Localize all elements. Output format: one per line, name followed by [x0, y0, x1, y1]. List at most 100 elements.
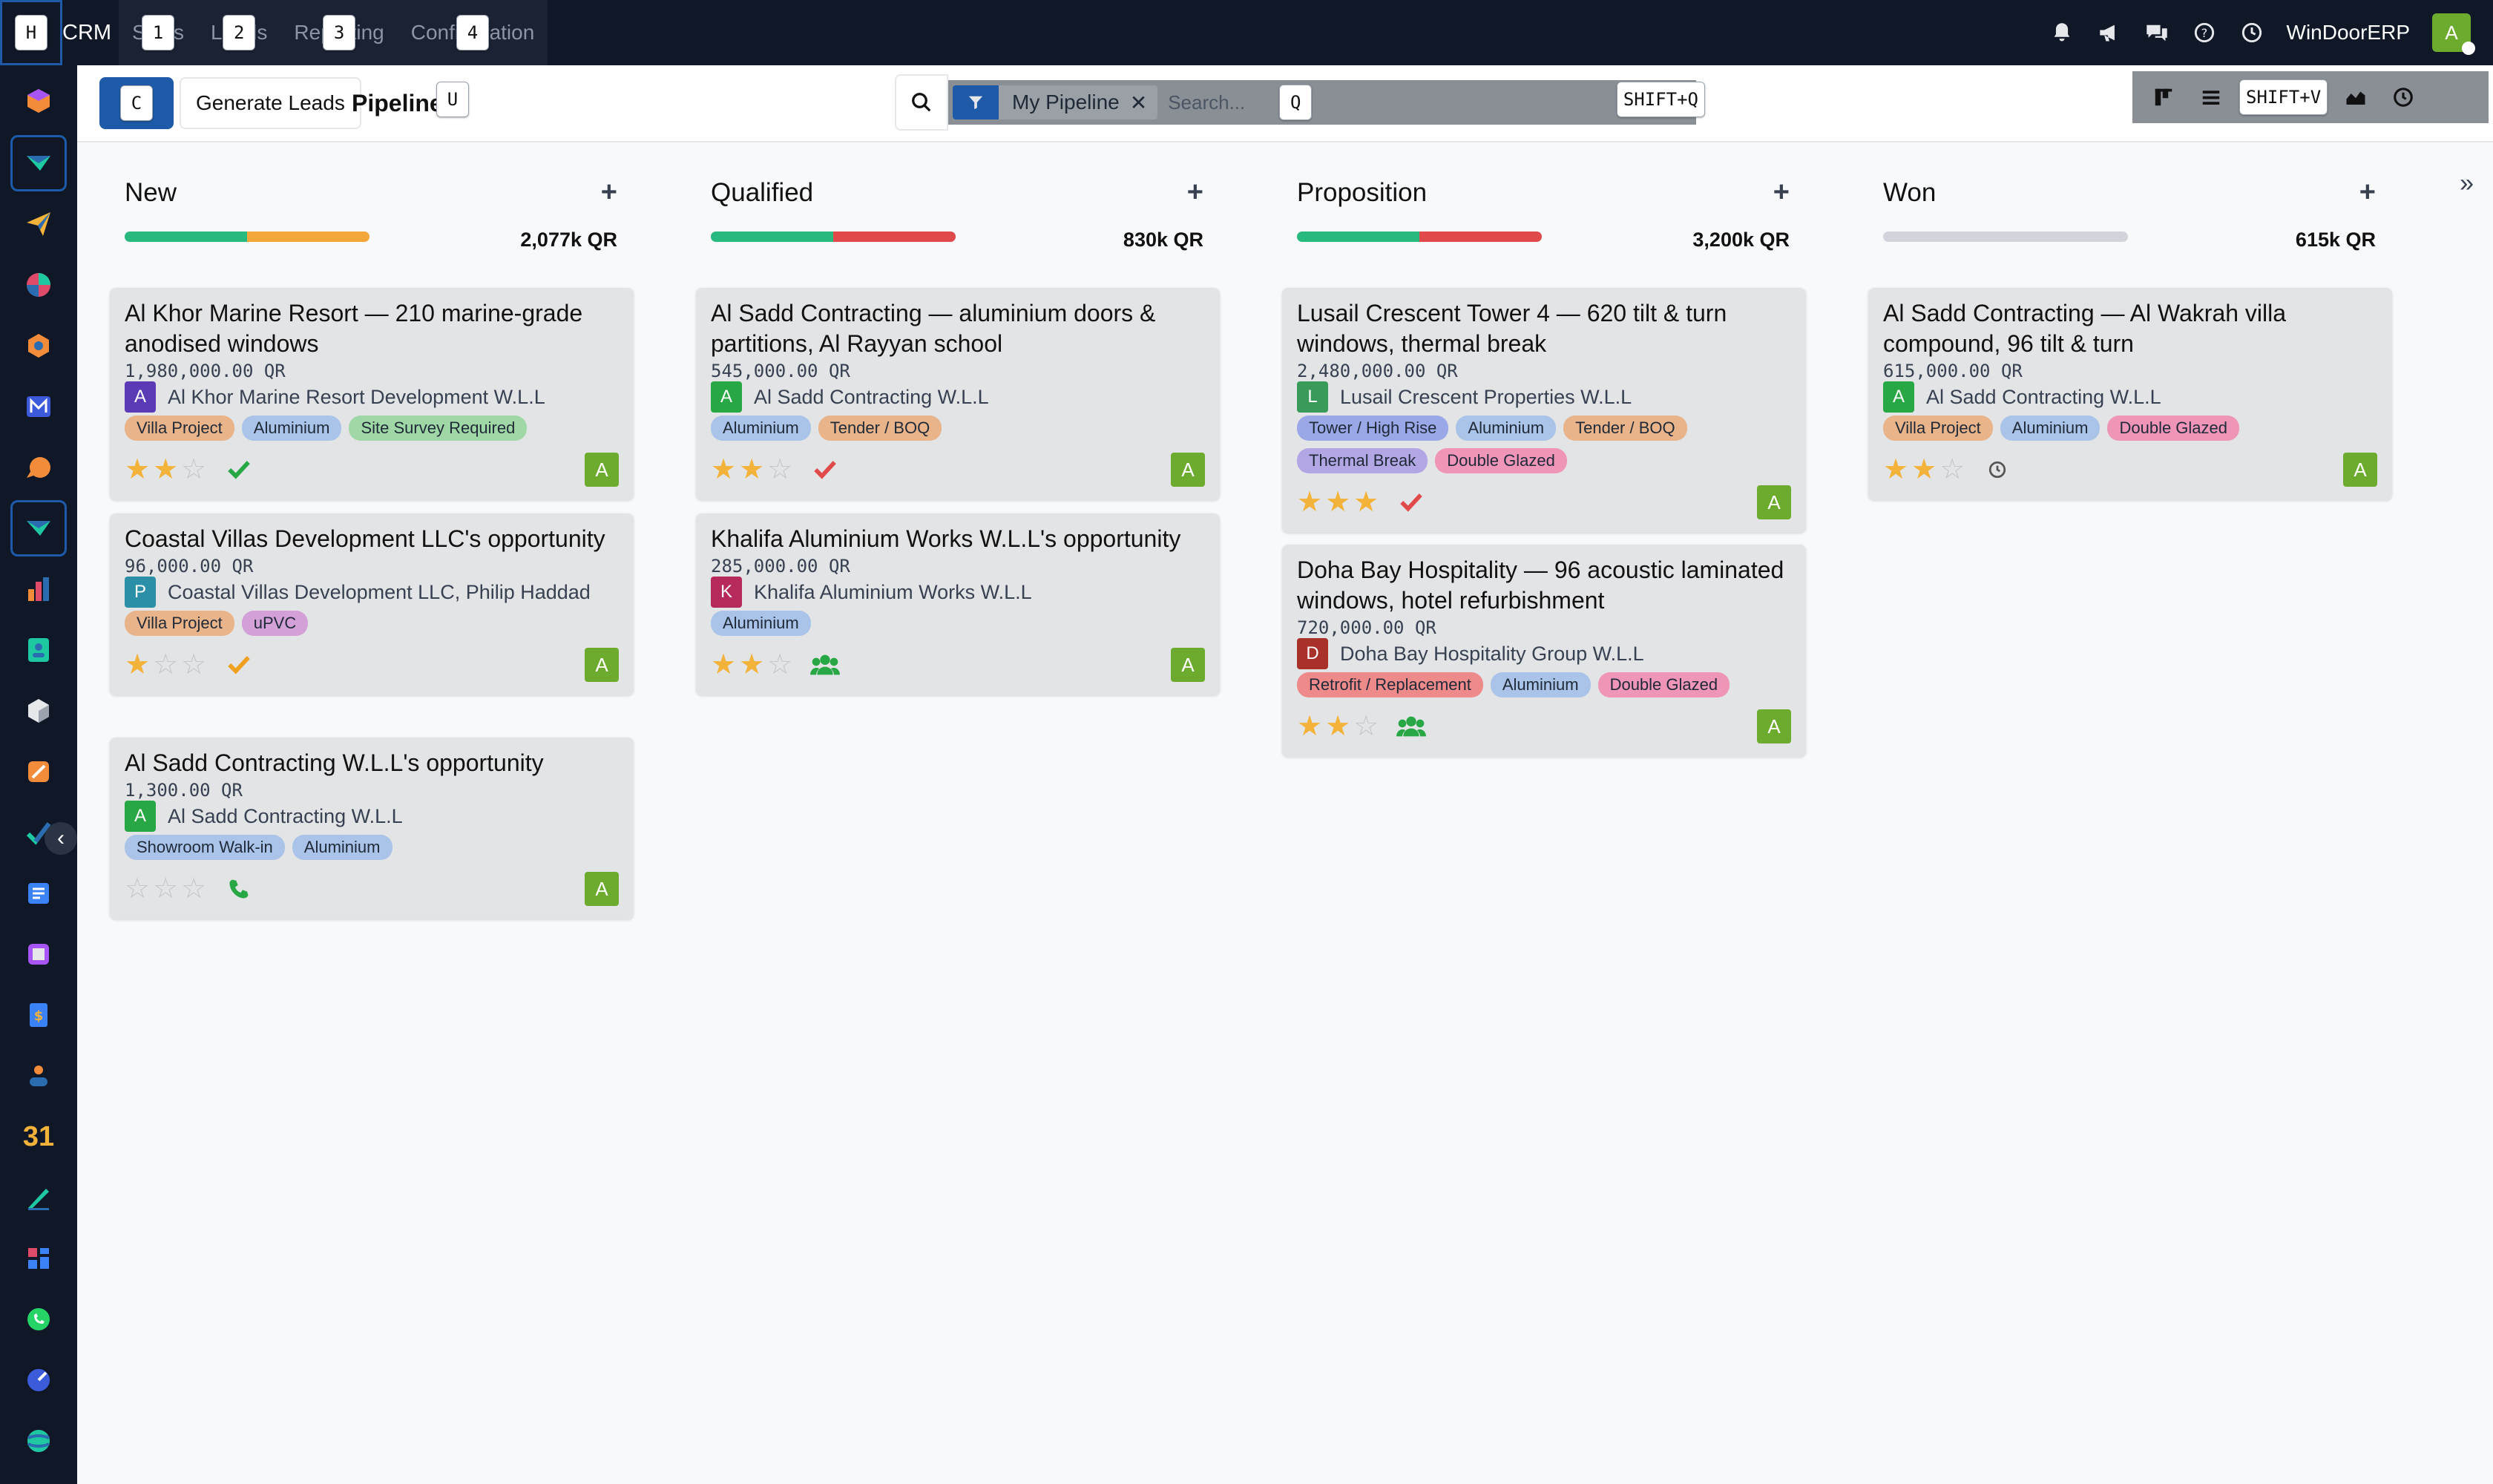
- sidebar-app-contacts[interactable]: [10, 622, 67, 678]
- sidebar-app-sign[interactable]: [10, 1169, 67, 1226]
- card-title[interactable]: Al Sadd Contracting — Al Wakrah villa co…: [1883, 298, 2377, 359]
- star-icon[interactable]: ☆: [125, 875, 150, 903]
- activity-view-button[interactable]: [2379, 75, 2427, 119]
- star-icon[interactable]: ★: [739, 651, 764, 679]
- star-icon[interactable]: ★: [739, 456, 764, 484]
- star-icon[interactable]: ★: [1325, 488, 1350, 516]
- card-title[interactable]: Doha Bay Hospitality — 96 acoustic lamin…: [1297, 555, 1791, 616]
- bell-icon[interactable]: [2049, 20, 2075, 45]
- sidebar-app-field-service[interactable]: [10, 1352, 67, 1408]
- kanban-card[interactable]: Coastal Villas Development LLC's opportu…: [110, 513, 634, 695]
- assignee-avatar[interactable]: A: [2343, 453, 2377, 487]
- megaphone-icon[interactable]: [2097, 20, 2122, 45]
- app-name[interactable]: CRM: [62, 0, 111, 65]
- sidebar-app-whatsapp[interactable]: [10, 1291, 67, 1347]
- star-icon[interactable]: ★: [711, 456, 736, 484]
- generate-leads-button[interactable]: Generate Leads: [180, 77, 361, 129]
- help-icon[interactable]: ?: [2192, 20, 2217, 45]
- star-icon[interactable]: ☆: [153, 875, 178, 903]
- sidebar-app-project[interactable]: [10, 743, 67, 800]
- star-icon[interactable]: ★: [153, 456, 178, 484]
- list-view-button[interactable]: [2187, 75, 2235, 119]
- column-progress-bar[interactable]: [1883, 232, 2128, 242]
- company-name[interactable]: WinDoorERP: [2287, 21, 2410, 45]
- star-icon[interactable]: ☆: [767, 456, 792, 484]
- user-avatar[interactable]: A: [2432, 13, 2475, 55]
- plus-icon[interactable]: +: [601, 177, 617, 209]
- sidebar-app-employees[interactable]: [10, 1048, 67, 1104]
- users-icon[interactable]: [810, 650, 841, 680]
- sidebar-app-website[interactable]: [10, 1413, 67, 1469]
- sidebar-app-invoicing[interactable]: $: [10, 987, 67, 1043]
- card-title[interactable]: Khalifa Aluminium Works W.L.L's opportun…: [711, 524, 1205, 554]
- star-icon[interactable]: ☆: [181, 651, 206, 679]
- check-icon[interactable]: [224, 455, 254, 485]
- phone-icon[interactable]: [224, 874, 254, 904]
- plus-icon[interactable]: +: [2359, 177, 2376, 209]
- progress-segment[interactable]: [125, 232, 247, 242]
- sidebar-app-crm[interactable]: [10, 135, 67, 191]
- sidebar-app-calendar[interactable]: 31: [10, 1109, 67, 1165]
- sidebar-app-products[interactable]: [10, 683, 67, 739]
- graph-view-button[interactable]: [2332, 75, 2379, 119]
- star-icon[interactable]: ☆: [1353, 712, 1379, 741]
- sidebar-app-purchase[interactable]: [10, 926, 67, 982]
- kanban-card[interactable]: Al Khor Marine Resort — 210 marine-grade…: [110, 288, 634, 500]
- star-icon[interactable]: ☆: [181, 456, 206, 484]
- kanban-card[interactable]: Lusail Crescent Tower 4 — 620 tilt & tur…: [1282, 288, 1806, 533]
- kanban-card[interactable]: Al Sadd Contracting W.L.L's opportunity 1…: [110, 738, 634, 919]
- plus-icon[interactable]: +: [1187, 177, 1203, 209]
- progress-segment[interactable]: [833, 232, 956, 242]
- column-progress-bar[interactable]: [1297, 232, 1542, 242]
- sidebar-app-inventory[interactable]: [10, 318, 67, 374]
- sidebar-app-live-chat[interactable]: [10, 439, 67, 496]
- search-field[interactable]: My Pipeline ✕ Q SHIFT+Q: [948, 80, 1705, 125]
- clock-icon[interactable]: [2239, 20, 2264, 45]
- column-title[interactable]: Qualified: [711, 178, 813, 208]
- search-input[interactable]: [1168, 91, 1280, 114]
- check-icon[interactable]: [224, 650, 254, 680]
- star-icon[interactable]: ☆: [153, 651, 178, 679]
- assignee-avatar[interactable]: A: [1757, 709, 1791, 743]
- kanban-card[interactable]: Doha Bay Hospitality — 96 acoustic lamin…: [1282, 545, 1806, 757]
- card-title[interactable]: Al Khor Marine Resort — 210 marine-grade…: [125, 298, 619, 359]
- column-progress-bar[interactable]: [711, 232, 956, 242]
- star-icon[interactable]: ★: [1911, 456, 1937, 484]
- sidebar-app-mail[interactable]: [10, 378, 67, 435]
- clock-icon[interactable]: [1983, 455, 2012, 485]
- column-progress-bar[interactable]: [125, 232, 369, 242]
- menu-sales[interactable]: Sales1: [119, 0, 197, 65]
- sidebar-app-reporting[interactable]: [10, 561, 67, 617]
- sidebar-app-discuss[interactable]: [10, 73, 67, 129]
- star-icon[interactable]: ☆: [1939, 456, 1965, 484]
- star-icon[interactable]: ★: [711, 651, 736, 679]
- chat-icon[interactable]: [2144, 20, 2170, 45]
- progress-segment[interactable]: [711, 232, 833, 242]
- plus-icon[interactable]: +: [1773, 177, 1790, 209]
- star-icon[interactable]: ☆: [181, 875, 206, 903]
- double-chevron-right-icon[interactable]: »: [2460, 169, 2474, 198]
- card-title[interactable]: Coastal Villas Development LLC's opportu…: [125, 524, 619, 554]
- search-button[interactable]: [895, 74, 948, 131]
- column-title[interactable]: Proposition: [1297, 178, 1427, 208]
- check-icon[interactable]: [1396, 487, 1426, 517]
- menu-configuration[interactable]: Configuration4: [398, 0, 548, 65]
- assignee-avatar[interactable]: A: [1757, 485, 1791, 519]
- progress-segment[interactable]: [247, 232, 369, 242]
- star-icon[interactable]: ★: [1353, 488, 1379, 516]
- kanban-card[interactable]: Al Sadd Contracting — aluminium doors & …: [696, 288, 1220, 500]
- menu-leads[interactable]: Leads2: [197, 0, 280, 65]
- star-icon[interactable]: ★: [1883, 456, 1908, 484]
- sidebar-app-dashboards[interactable]: [10, 1230, 67, 1287]
- sidebar-app-knowledge[interactable]: [10, 865, 67, 922]
- kanban-card[interactable]: Khalifa Aluminium Works W.L.L's opportun…: [696, 513, 1220, 695]
- sidebar-app-email[interactable]: [10, 196, 67, 252]
- star-icon[interactable]: ★: [125, 456, 150, 484]
- close-icon[interactable]: ✕: [1130, 91, 1157, 115]
- star-icon[interactable]: ★: [1297, 712, 1322, 741]
- assignee-avatar[interactable]: A: [585, 648, 619, 682]
- card-title[interactable]: Al Sadd Contracting W.L.L's opportunity: [125, 748, 619, 778]
- sidebar-app-crm-pipeline[interactable]: [10, 500, 67, 556]
- card-title[interactable]: Lusail Crescent Tower 4 — 620 tilt & tur…: [1297, 298, 1791, 359]
- filter-facet[interactable]: My Pipeline ✕: [953, 85, 1158, 119]
